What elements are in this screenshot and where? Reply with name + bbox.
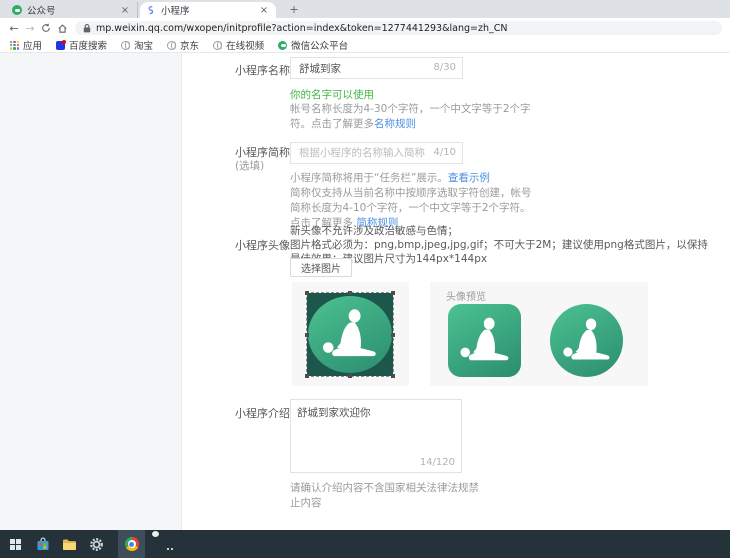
massage-avatar-icon [558,315,616,367]
shortname-rule-hint: 小程序简称将用于“任务栏”展示。查看示例 简称仅支持从当前名称中按顺序选取字符创… [290,171,540,231]
globe-icon [167,41,176,50]
bookmark-video[interactable]: 在线视频 [213,38,264,52]
avatar-crop-selection[interactable] [307,293,393,376]
taskbar-explorer-button[interactable] [56,530,83,558]
intro-field-label: 小程序介绍 [235,405,290,421]
back-icon[interactable]: ← [6,22,22,35]
taskbar-wechat-button[interactable] [150,530,177,558]
globe-icon [213,41,222,50]
taskbar-settings-button[interactable] [83,530,110,558]
avatar-field-label: 小程序头像 [235,237,290,253]
bookmark-jd[interactable]: 京东 [167,38,199,52]
lock-icon [83,24,91,33]
apps-grid-icon [10,41,19,50]
crop-handle-nw[interactable] [305,291,309,295]
name-available-text: 你的名字可以使用 [290,87,374,102]
crop-handle-ne[interactable] [391,291,395,295]
chrome-icon [125,537,139,551]
windows-logo-icon [10,539,21,550]
new-tab-button[interactable]: + [286,2,302,18]
crop-handle-s[interactable] [348,374,352,378]
crop-handle-e[interactable] [391,333,395,337]
avatar-crop-box [292,282,409,386]
browser-tab-strip: 公众号 × 小程序 × + [0,0,730,18]
massage-avatar-icon [317,304,383,366]
shortname-optional-label: (选填) [235,158,264,173]
bookmark-label: 应用 [23,38,42,52]
crop-handle-w[interactable] [305,333,309,337]
tab-official-account[interactable]: 公众号 × [6,2,138,18]
avatar-preview-box: 头像预览 [430,282,648,386]
avatar-preview-square [448,304,521,377]
tab-label: 公众号 [27,3,119,17]
name-field-label: 小程序名称 [235,62,290,78]
taskbar-chrome-button[interactable] [118,530,145,558]
crop-handle-sw[interactable] [305,374,309,378]
bookmark-label: 微信公众平台 [291,38,348,52]
folder-icon [62,538,77,551]
tab-label: 小程序 [161,3,258,17]
home-icon[interactable] [54,23,70,34]
reload-icon[interactable] [38,23,54,33]
tab-close-icon[interactable]: × [119,5,131,16]
shortname-counter: 4/10 [434,147,456,158]
shortname-example-link[interactable]: 查看示例 [448,172,490,184]
bookmark-wechat-mp[interactable]: 微信公众平台 [278,38,348,52]
avatar-rules: 新头像不允许涉及政治敏感与色情； 图片格式必须为：png,bmp,jpeg,jp… [290,224,715,266]
name-rule-hint: 帐号名称长度为4-30个字符，一个中文字等于2个字符。点击了解更多名称规则 [290,102,536,132]
wechat-favicon-icon [12,5,22,15]
tab-miniprogram[interactable]: 小程序 × [140,2,276,18]
avatar-rule1: 新头像不允许涉及政治敏感与色情； [290,225,458,237]
bookmark-apps[interactable]: 应用 [10,38,42,52]
shortname-input-wrap: 4/10 [290,142,463,164]
choose-image-button[interactable]: 选择图片 [290,258,352,277]
tab-close-icon[interactable]: × [258,5,270,16]
avatar-rule2: 图片格式必须为：png,bmp,jpeg,jpg,gif；不可大于2M；建议使用… [290,239,708,265]
bookmark-label: 百度搜索 [69,38,107,52]
intro-counter: 14/120 [420,457,455,468]
forward-icon[interactable]: → [22,22,38,35]
name-input-wrap: 8/30 [290,57,463,79]
gear-icon [89,537,104,552]
screen: 公众号 × 小程序 × + ← → mp.weixin.qq.com/wxope… [0,0,730,558]
bookmark-label: 在线视频 [226,38,264,52]
globe-icon [121,41,130,50]
intro-warning: 请确认介绍内容不含国家相关法律法规禁止内容 [290,481,485,511]
crop-handle-n[interactable] [348,291,352,295]
avatar-preview-circle [550,304,623,377]
start-button[interactable] [2,530,29,558]
miniprogram-favicon-icon [146,5,156,15]
bookmark-taobao[interactable]: 淘宝 [121,38,153,52]
address-bar[interactable]: mp.weixin.qq.com/wxopen/initprofile?acti… [75,21,722,35]
hint-text: 小程序简称将用于“任务栏”展示。 [290,172,448,184]
wechat-icon [278,41,287,50]
url-text: mp.weixin.qq.com/wxopen/initprofile?acti… [96,23,507,34]
avatar-preview-label: 头像预览 [446,288,486,303]
intro-textarea-wrap: 舒城到家欢迎你 14/120 [290,399,462,473]
bookmark-label: 淘宝 [134,38,153,52]
bookmarks-bar: 应用 百度搜索 淘宝 京东 在线视频 微信公众平台 [0,38,730,53]
baidu-icon [56,41,65,50]
taskbar-store-button[interactable] [29,530,56,558]
massage-avatar-icon [455,314,515,368]
page-content: 小程序名称 8/30 你的名字可以使用 帐号名称长度为4-30个字符，一个中文字… [0,53,730,530]
crop-handle-se[interactable] [391,374,395,378]
bookmark-label: 京东 [180,38,199,52]
hint-text: 简称仅支持从当前名称中按顺序选取字符创建，帐号简称长度为4-10个字符，一个中文… [290,187,532,229]
windows-taskbar [0,530,730,558]
name-counter: 8/30 [434,62,456,73]
bookmark-baidu[interactable]: 百度搜索 [56,38,107,52]
name-rule-link[interactable]: 名称规则 [374,118,416,130]
store-icon [36,537,50,551]
left-panel [0,53,182,530]
browser-toolbar: ← → mp.weixin.qq.com/wxopen/initprofile?… [0,18,730,38]
